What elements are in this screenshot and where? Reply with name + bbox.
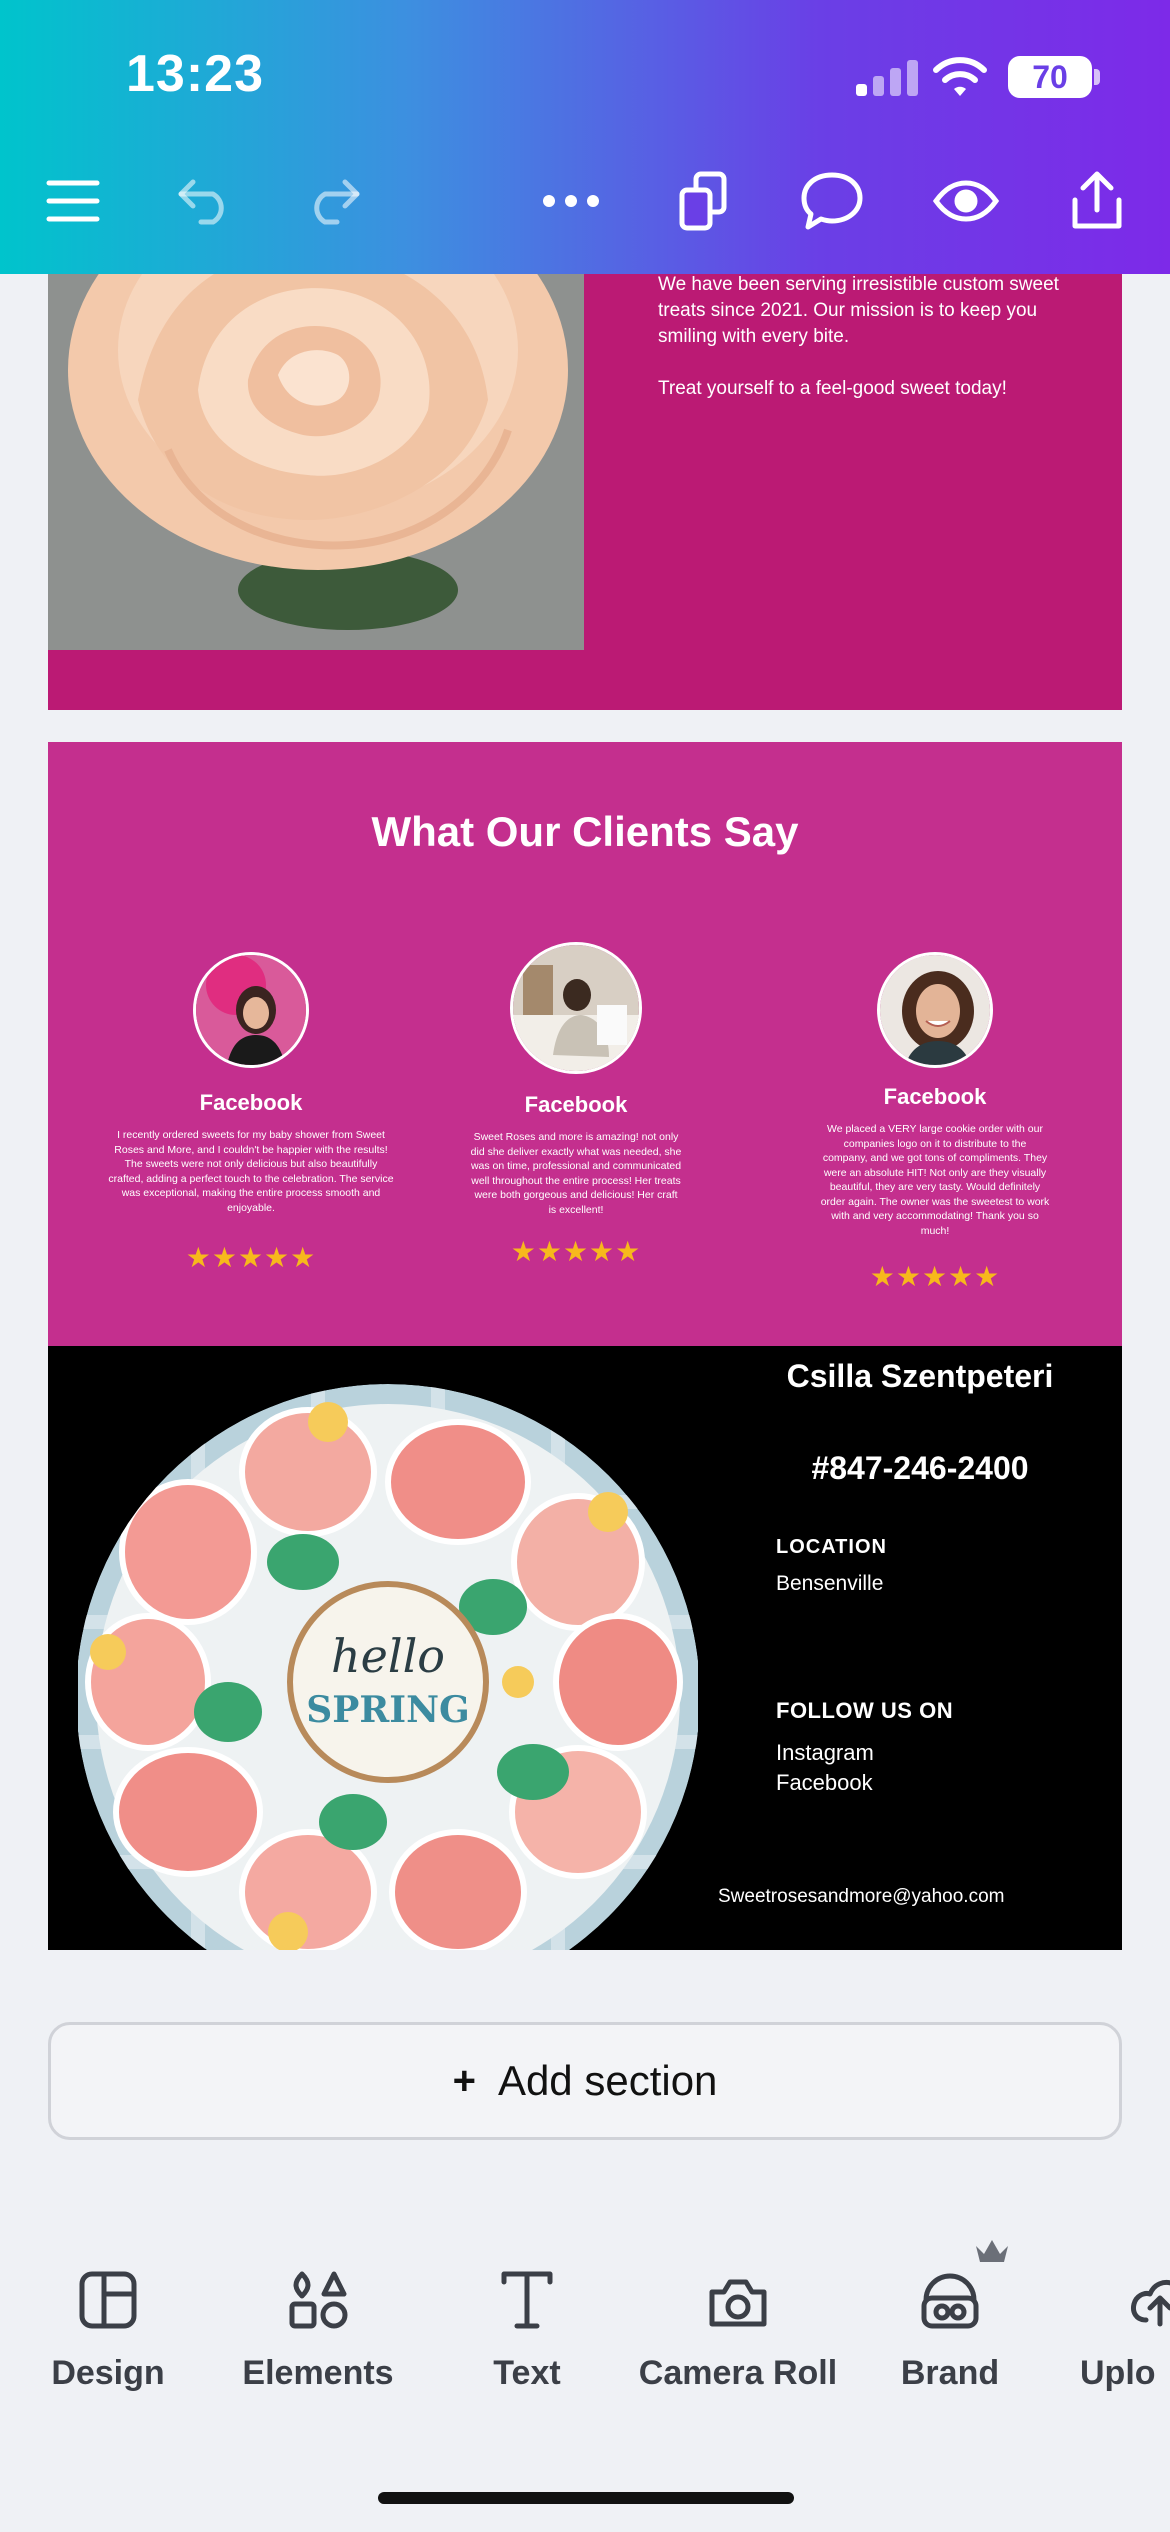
testimonials-section[interactable]: What Our Clients Say Facebook I recently…	[48, 742, 1122, 1346]
review-3-stars: ★★★★★	[869, 1261, 1001, 1292]
status-time: 13:23	[126, 45, 264, 103]
about-paragraph-2: Treat yourself to a feel-good sweet toda…	[658, 378, 1007, 399]
tool-uploads-label: Uplo	[1080, 2354, 1156, 2392]
tool-elements-label: Elements	[242, 2354, 394, 2392]
contact-section[interactable]: hello SPRING Csilla Szentpeteri #847-246…	[48, 1346, 1122, 1950]
tool-camera-roll[interactable]: Camera Roll	[630, 2200, 846, 2393]
more-options-icon[interactable]	[536, 166, 606, 236]
battery-cap	[1094, 69, 1100, 85]
social-instagram[interactable]: Instagram	[776, 1740, 874, 1766]
cookie-plaque-line2: SPRING	[306, 1689, 469, 1731]
redo-icon[interactable]	[298, 166, 368, 236]
crown-icon	[974, 2238, 1010, 2269]
upload-cloud-icon	[1080, 2258, 1170, 2330]
tool-camera-roll-label: Camera Roll	[638, 2354, 838, 2392]
about-text[interactable]: We have been serving irresistible custom…	[658, 272, 1078, 402]
review-1-text: I recently ordered sweets for my baby sh…	[108, 1129, 394, 1214]
review-3-text: We placed a VERY large cookie order with…	[820, 1123, 1050, 1237]
spring-cookies-image[interactable]: hello SPRING	[78, 1382, 698, 1950]
pages-icon[interactable]	[668, 166, 738, 236]
tool-design-label: Design	[51, 2354, 165, 2392]
review-1-stars: ★★★★★	[185, 1242, 317, 1273]
review-2-text: Sweet Roses and more is amazing! not onl…	[470, 1131, 682, 1216]
testimonials-title[interactable]: What Our Clients Say	[48, 808, 1122, 856]
undo-icon[interactable]	[170, 166, 240, 236]
editor-header: 13:23 70	[0, 0, 1170, 274]
home-indicator	[378, 2492, 794, 2504]
wifi-icon	[932, 56, 988, 103]
add-section-label: Add section	[497, 2057, 718, 2104]
design-layout-icon	[28, 2258, 188, 2330]
bottom-toolbar: Design Elements Text Camera Roll Brand U…	[0, 2200, 1170, 2532]
contact-name[interactable]: Csilla Szentpeteri	[730, 1358, 1110, 1395]
cookie-plaque-line1: hello	[331, 1629, 445, 1683]
camera-icon	[630, 2258, 846, 2330]
review-card-3[interactable]: Facebook We placed a VERY large cookie o…	[820, 952, 1050, 1293]
reviewer-3-avatar	[877, 952, 993, 1068]
review-card-1[interactable]: Facebook I recently ordered sweets for m…	[106, 952, 396, 1274]
review-3-source: Facebook	[883, 1084, 987, 1109]
contact-email[interactable]: Sweetrosesandmore@yahoo.com	[718, 1886, 1004, 1908]
elements-shapes-icon	[230, 2258, 406, 2330]
tool-elements[interactable]: Elements	[230, 2200, 406, 2393]
tool-brand[interactable]: Brand	[880, 2200, 1020, 2393]
review-1-source: Facebook	[199, 1090, 303, 1115]
contact-phone[interactable]: #847-246-2400	[730, 1450, 1110, 1487]
location-value[interactable]: Bensenville	[776, 1572, 883, 1596]
tool-uploads[interactable]: Uplo	[1080, 2200, 1170, 2393]
review-card-2[interactable]: Facebook Sweet Roses and more is amazing…	[470, 942, 682, 1268]
tool-text[interactable]: Text	[454, 2200, 600, 2393]
reviewer-1-avatar	[193, 952, 309, 1068]
review-2-source: Facebook	[524, 1092, 628, 1117]
preview-eye-icon[interactable]	[931, 166, 1001, 236]
tool-text-label: Text	[493, 2354, 561, 2392]
review-2-stars: ★★★★★	[510, 1236, 642, 1267]
cellular-signal-icon	[856, 60, 918, 96]
comment-icon[interactable]	[797, 166, 867, 236]
editor-screen: 13:23 70 We have been serving irresistib…	[0, 0, 1170, 2532]
about-paragraph-1: We have been serving irresistible custom…	[658, 274, 1059, 347]
location-label[interactable]: LOCATION	[776, 1536, 887, 1559]
plus-icon: +	[452, 2058, 476, 2103]
about-section[interactable]: We have been serving irresistible custom…	[48, 200, 1122, 710]
battery-icon: 70	[1008, 56, 1092, 98]
menu-icon[interactable]	[38, 166, 108, 236]
tool-brand-label: Brand	[900, 2354, 1000, 2392]
follow-label[interactable]: FOLLOW US ON	[776, 1698, 953, 1724]
social-facebook[interactable]: Facebook	[776, 1770, 873, 1796]
share-icon[interactable]	[1062, 166, 1132, 236]
text-t-icon	[454, 2258, 600, 2330]
reviewer-2-avatar	[510, 942, 642, 1074]
add-section-button[interactable]: + Add section	[48, 2022, 1122, 2140]
tool-design[interactable]: Design	[28, 2200, 188, 2393]
